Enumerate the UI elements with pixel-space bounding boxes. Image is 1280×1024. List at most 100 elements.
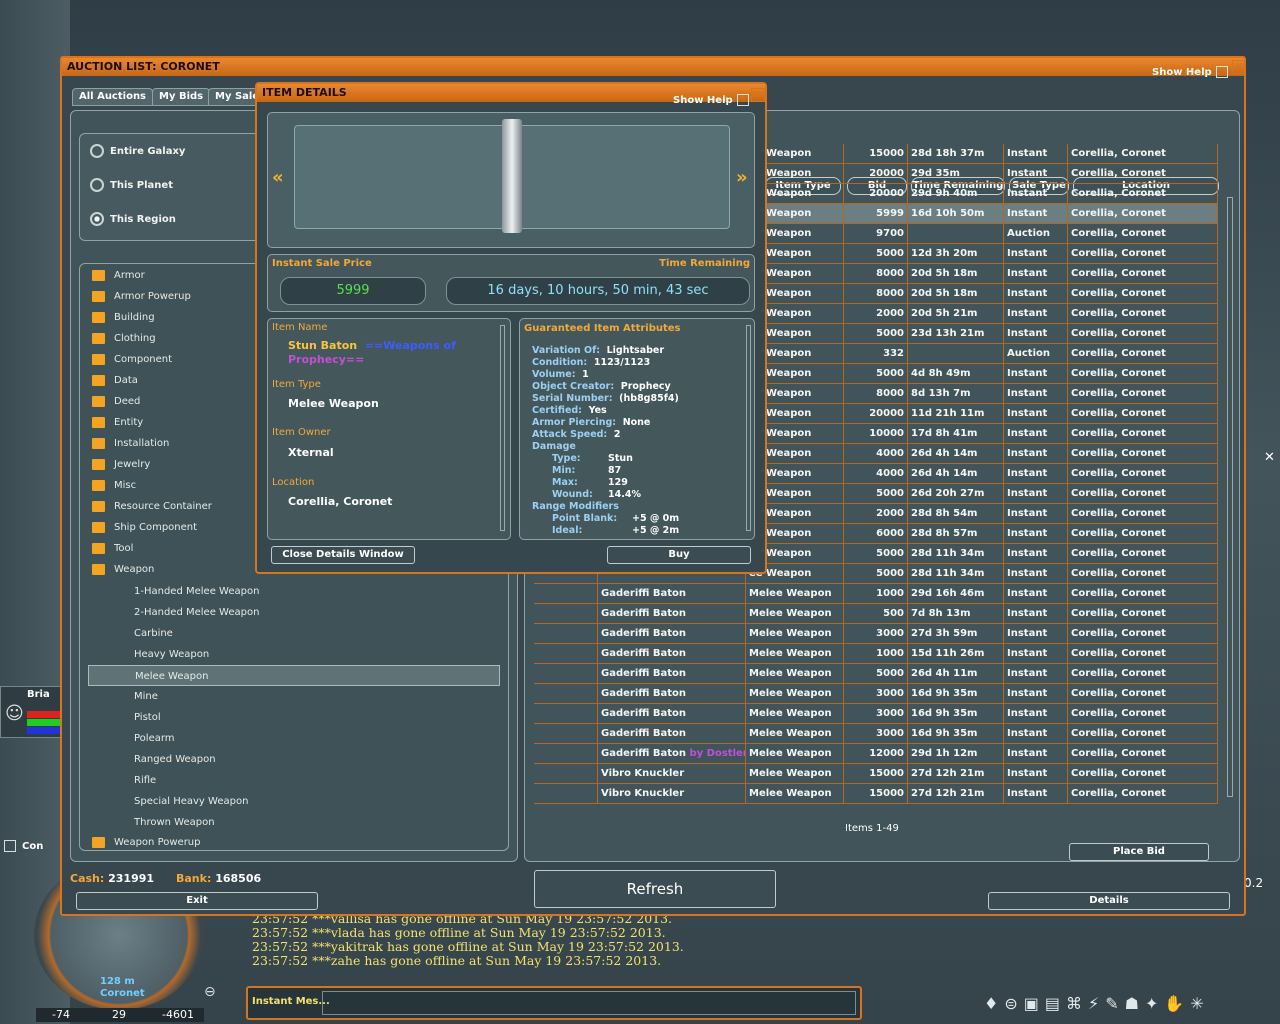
cell-location: Corellia, Coronet xyxy=(1068,544,1218,563)
folder-icon xyxy=(92,459,105,470)
cell-sale: Instant xyxy=(1004,184,1068,203)
details-close-icon[interactable]: ✕ xyxy=(751,88,765,102)
row-icon-cell xyxy=(534,784,598,803)
info-scrollbar[interactable] xyxy=(500,325,505,531)
chat-input[interactable] xyxy=(322,991,856,1015)
subcategory-item[interactable]: Melee Weapon xyxy=(88,665,500,686)
cell-sale: Instant xyxy=(1004,284,1068,303)
toolbar-icon[interactable]: ▤ xyxy=(1045,994,1066,1013)
toolbar-icon[interactable]: ✳ xyxy=(1190,994,1209,1013)
cell-sale: Instant xyxy=(1004,744,1068,763)
toolbar-icon[interactable]: ✋ xyxy=(1164,994,1190,1013)
cell-sale: Instant xyxy=(1004,444,1068,463)
subcategory-item[interactable]: Polearm xyxy=(88,728,500,749)
radar-zoom-icon[interactable]: ⊖ xyxy=(204,984,216,1000)
subcategory-item[interactable]: Pistol xyxy=(88,707,500,728)
subcategory-item[interactable]: Heavy Weapon xyxy=(88,644,500,665)
auction-close-icon[interactable]: ✕ xyxy=(1232,60,1246,74)
chat-input-bar[interactable]: Instant Mes... xyxy=(246,986,862,1020)
exit-button[interactable]: Exit xyxy=(76,892,318,910)
folder-icon xyxy=(92,417,105,428)
subcategory-item[interactable]: Thrown Weapon xyxy=(88,812,500,833)
toolbar-icon[interactable]: ♦ xyxy=(984,994,1004,1013)
table-row[interactable]: Vibro Knuckler Melee Weapon 15000 27d 12h 2… xyxy=(534,784,1218,804)
location-value: Corellia, Coronet xyxy=(288,495,393,508)
subcategory-item[interactable]: Special Heavy Weapon xyxy=(88,791,500,812)
table-row[interactable]: Gaderiffi Baton Melee Weapon 3000 16d 9h 35… xyxy=(534,724,1218,744)
details-button[interactable]: Details xyxy=(988,892,1230,910)
table-row[interactable]: Gaderiffi Baton Melee Weapon 5000 26d 4h 11… xyxy=(534,664,1218,684)
table-row[interactable]: Gaderiffi Baton Melee Weapon 3000 16d 9h 35… xyxy=(534,684,1218,704)
cell-time: 16d 9h 35m xyxy=(908,724,1004,743)
target-frame[interactable]: Bria ☺ xyxy=(0,686,62,738)
tab-my-bids[interactable]: My Bids xyxy=(152,88,211,106)
attribute-row: Variation Of: Lightsaber xyxy=(532,345,665,356)
cell-type: Melee Weapon xyxy=(746,704,844,723)
cell-type: Melee Weapon xyxy=(746,664,844,683)
cell-sale: Instant xyxy=(1004,404,1068,423)
toolbar-icon[interactable]: ▣ xyxy=(1024,994,1045,1013)
toolbar[interactable]: ♦⊜▣▤⌘⚡✎☗✦✋✳ xyxy=(984,994,1278,1022)
table-row[interactable]: Gaderiffi Baton by Dostler Melee Weapon 12… xyxy=(534,744,1218,764)
toolbar-icon[interactable]: ⊜ xyxy=(1004,994,1023,1013)
cell-bid: 5000 xyxy=(844,364,908,383)
item-owner-label: Item Owner xyxy=(272,427,331,438)
cell-time xyxy=(908,224,1004,243)
subcategory-item[interactable]: 2-Handed Melee Weapon xyxy=(88,602,500,623)
target-name: Bria xyxy=(27,689,50,700)
cell-bid: 3000 xyxy=(844,704,908,723)
scope-entire-galaxy[interactable]: Entire Galaxy xyxy=(90,144,185,158)
subcategory-item[interactable]: Mine xyxy=(88,686,500,707)
chat-line: 23:57:52 ***vlada has gone offline at Su… xyxy=(252,925,666,940)
auction-title: AUCTION LIST: CORONET xyxy=(62,58,1244,76)
cell-sale: Auction xyxy=(1004,344,1068,363)
auction-show-help[interactable]: Show Help xyxy=(1152,66,1228,78)
radio-icon[interactable] xyxy=(90,178,104,192)
tab-all-auctions[interactable]: All Auctions xyxy=(72,88,154,106)
toolbar-icon[interactable]: ⌘ xyxy=(1066,994,1088,1013)
table-row[interactable]: Gaderiffi Baton Melee Weapon 1000 15d 11h 2… xyxy=(534,644,1218,664)
radio-selected-icon[interactable] xyxy=(90,212,104,226)
buy-button[interactable]: Buy xyxy=(607,546,751,564)
next-arrow-icon[interactable]: » xyxy=(736,167,748,188)
scope-this-planet[interactable]: This Planet xyxy=(90,178,173,192)
place-bid-button[interactable]: Place Bid xyxy=(1069,843,1209,861)
table-row[interactable]: Vibro Knuckler Melee Weapon 15000 27d 12h 2… xyxy=(534,764,1218,784)
cell-bid: 20000 xyxy=(844,404,908,423)
cell-name: Gaderiffi Baton xyxy=(598,724,746,743)
scope-this-region[interactable]: This Region xyxy=(90,212,176,226)
item-details-window: ITEM DETAILS Show Help ✕ « » Instant Sal… xyxy=(255,82,767,574)
cell-time: 27d 12h 21m xyxy=(908,784,1004,803)
mind-bar xyxy=(27,727,61,734)
items-count: Items 1-49 xyxy=(845,823,899,834)
toolbar-icon[interactable]: ✎ xyxy=(1105,994,1124,1013)
cell-location: Corellia, Coronet xyxy=(1068,784,1218,803)
table-row[interactable]: Gaderiffi Baton Melee Weapon 500 7d 8h 13m I… xyxy=(534,604,1218,624)
close-icon-side[interactable]: ✕ xyxy=(1264,450,1275,465)
item-preview: « » xyxy=(267,112,755,248)
subcategory-item[interactable]: Rifle xyxy=(88,770,500,791)
table-row[interactable]: Gaderiffi Baton Melee Weapon 1000 29d 16h 4… xyxy=(534,584,1218,604)
subcategory-item[interactable]: Carbine xyxy=(88,623,500,644)
category-item[interactable]: Weapon Powerup xyxy=(88,833,500,850)
refresh-button[interactable]: Refresh xyxy=(534,870,776,908)
toolbar-icon[interactable]: ☗ xyxy=(1125,994,1145,1013)
table-row[interactable]: Gaderiffi Baton Melee Weapon 3000 16d 9h 35… xyxy=(534,704,1218,724)
close-details-button[interactable]: Close Details Window xyxy=(271,546,415,564)
details-show-help[interactable]: Show Help xyxy=(673,94,749,106)
radio-icon[interactable] xyxy=(90,144,104,158)
results-scrollbar[interactable] xyxy=(1227,197,1233,797)
cell-time: 12d 3h 20m xyxy=(908,244,1004,263)
subcategory-item[interactable]: Ranged Weapon xyxy=(88,749,500,770)
cell-sale: Instant xyxy=(1004,244,1068,263)
cell-time: 27d 12h 21m xyxy=(908,764,1004,783)
prev-arrow-icon[interactable]: « xyxy=(272,167,284,188)
subcategory-item[interactable]: 1-Handed Melee Weapon xyxy=(88,581,500,602)
cell-sale: Instant xyxy=(1004,364,1068,383)
cell-time: 15d 11h 26m xyxy=(908,644,1004,663)
cell-sale: Instant xyxy=(1004,324,1068,343)
toolbar-icon[interactable]: ✦ xyxy=(1145,994,1164,1013)
attributes-scrollbar[interactable] xyxy=(746,325,751,531)
toolbar-icon[interactable]: ⚡ xyxy=(1088,994,1105,1013)
table-row[interactable]: Gaderiffi Baton Melee Weapon 3000 27d 3h 59… xyxy=(534,624,1218,644)
